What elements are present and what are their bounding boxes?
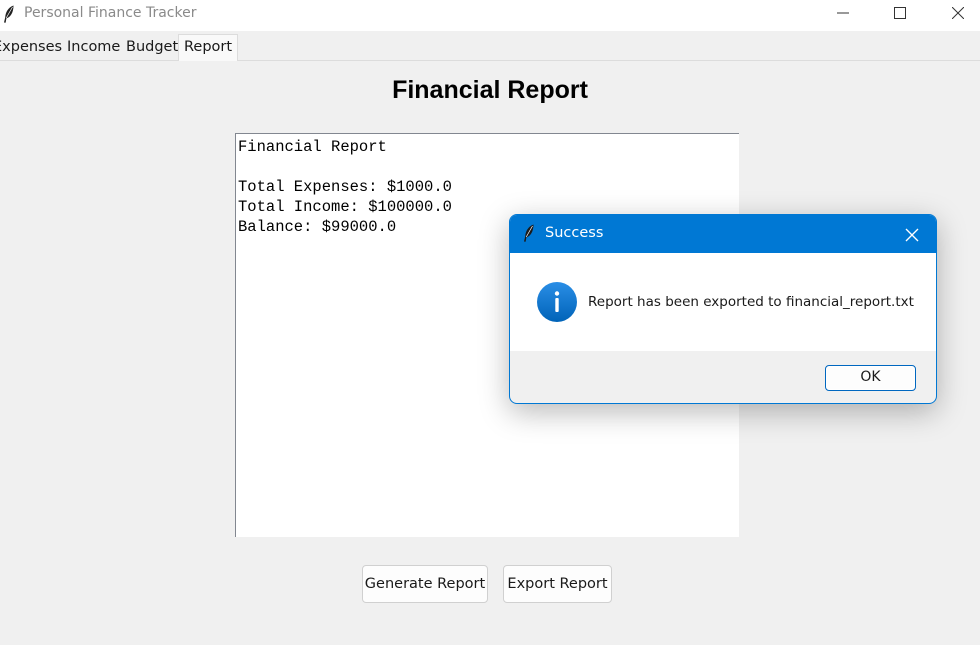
generate-report-button[interactable]: Generate Report bbox=[362, 565, 488, 603]
feather-icon bbox=[4, 5, 14, 23]
info-icon bbox=[537, 282, 577, 322]
ok-button[interactable]: OK bbox=[825, 365, 916, 391]
maximize-icon bbox=[894, 7, 906, 19]
window-titlebar: Personal Finance Tracker bbox=[0, 0, 980, 31]
close-icon[interactable] bbox=[902, 225, 922, 245]
dialog-titlebar: Success bbox=[510, 215, 936, 253]
dialog-message: Report has been exported to financial_re… bbox=[588, 294, 914, 310]
maximize-button[interactable] bbox=[877, 0, 923, 27]
export-report-button[interactable]: Export Report bbox=[503, 565, 612, 603]
window-title: Personal Finance Tracker bbox=[24, 5, 197, 21]
tab-bar: Expenses Income Budget Report bbox=[0, 32, 980, 61]
minimize-button[interactable] bbox=[820, 0, 866, 27]
tab-budget[interactable]: Budget bbox=[126, 36, 178, 59]
success-dialog: Success Report has been exported to fina… bbox=[509, 214, 937, 404]
feather-icon bbox=[524, 224, 534, 242]
tab-income[interactable]: Income bbox=[67, 36, 120, 59]
minimize-icon bbox=[837, 12, 849, 14]
close-button[interactable] bbox=[935, 0, 980, 27]
tab-report[interactable]: Report bbox=[178, 34, 239, 61]
tab-expenses[interactable]: Expenses bbox=[0, 36, 62, 59]
page-title: Financial Report bbox=[392, 76, 588, 104]
close-icon bbox=[952, 7, 964, 19]
dialog-title: Success bbox=[545, 225, 604, 241]
dialog-body: Report has been exported to financial_re… bbox=[510, 253, 936, 351]
